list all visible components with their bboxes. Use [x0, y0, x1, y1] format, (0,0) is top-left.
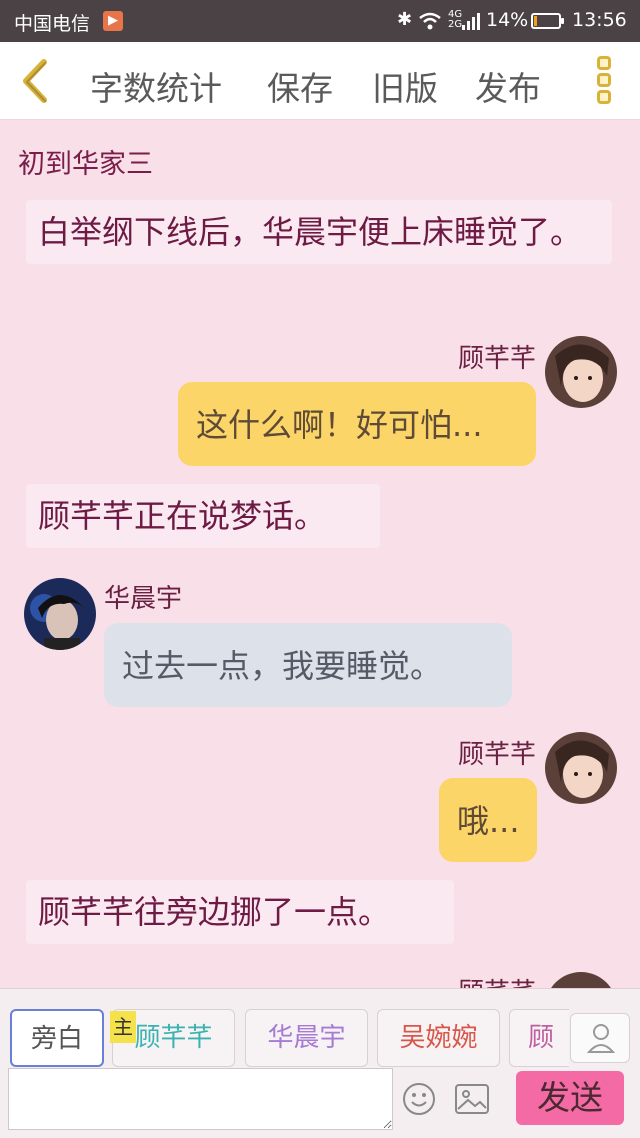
- bluetooth-icon: ✱: [397, 9, 413, 30]
- character-chip-narrator[interactable]: 旁白: [10, 1009, 104, 1067]
- chat-bubble[interactable]: 这什么啊！好可怕...: [178, 382, 536, 466]
- menu-dot-icon: [597, 73, 611, 87]
- speaker-name: 顾芊芊: [457, 344, 536, 374]
- more-menu-button[interactable]: [590, 56, 618, 108]
- speaker-name: 顾芊芊: [457, 740, 536, 770]
- narration-text: 顾芊芊正在说梦话。: [38, 497, 327, 535]
- narration-text: 白举纲下线后，华晨宇便上床睡觉了。: [38, 213, 583, 251]
- speaker-name: 华晨宇: [104, 584, 183, 614]
- clock: 13:56: [572, 9, 627, 31]
- menu-dot-icon: [597, 56, 611, 70]
- message-text: 哦...: [457, 802, 520, 840]
- save-button[interactable]: 保存: [267, 62, 333, 110]
- message-text: 这什么啊！好可怕...: [196, 406, 483, 444]
- speaker-name: 顾芊芊: [400, 972, 536, 988]
- carrier-name: 中国电信: [14, 13, 91, 35]
- narration-message[interactable]: 白举纲下线后，华晨宇便上床睡觉了。: [26, 200, 612, 264]
- avatar[interactable]: [545, 336, 617, 408]
- character-chip[interactable]: 顾曦: [509, 1009, 569, 1067]
- send-button[interactable]: 发送: [516, 1071, 624, 1125]
- main-character-tag: 主: [110, 1011, 136, 1043]
- chat-bubble[interactable]: 哦...: [439, 778, 537, 862]
- narration-message[interactable]: 顾芊芊正在说梦话。: [26, 484, 380, 548]
- status-bar: 中国电信 ▶ ✱ 4G 2G 14% 13:56: [0, 0, 640, 42]
- character-chip[interactable]: 吴婉婉: [377, 1009, 500, 1067]
- narration-text: 顾芊芊往旁边挪了一点。: [38, 893, 391, 931]
- avatar[interactable]: [545, 972, 617, 988]
- media-icon: ▶: [103, 11, 123, 31]
- user-icon: [586, 1024, 616, 1053]
- back-button[interactable]: [14, 56, 54, 106]
- word-count-button[interactable]: 字数统计: [90, 62, 222, 110]
- narration-message[interactable]: 顾芊芊往旁边挪了一点。: [26, 880, 454, 944]
- menu-dot-icon: [597, 90, 611, 104]
- composer-panel: 旁白 顾芊芊 主 华晨宇 吴婉婉 顾曦 发送: [0, 988, 640, 1138]
- battery-percent: 14%: [486, 9, 529, 31]
- old-version-button[interactable]: 旧版: [372, 62, 438, 110]
- chip-label: 吴婉婉: [399, 1023, 478, 1053]
- message-input[interactable]: [8, 1068, 393, 1130]
- image-icon[interactable]: [455, 1084, 489, 1114]
- chip-label: 旁白: [30, 1024, 83, 1054]
- editor-toolbar: 字数统计 保存 旧版 发布: [0, 42, 640, 120]
- character-chip[interactable]: 华晨宇: [245, 1009, 368, 1067]
- message-text: 过去一点，我要睡觉。: [122, 647, 443, 685]
- network-type-icon: 4G 2G: [448, 9, 463, 30]
- battery-icon: [531, 13, 564, 29]
- character-manage-button[interactable]: [570, 1013, 630, 1063]
- wifi-icon: [419, 12, 441, 30]
- avatar[interactable]: [545, 732, 617, 804]
- chapter-title: 初到华家三: [18, 149, 153, 180]
- emoji-icon[interactable]: [402, 1082, 436, 1116]
- signal-icon: [462, 13, 480, 30]
- chat-area[interactable]: 初到华家三 白举纲下线后，华晨宇便上床睡觉了。 顾芊芊 这什么啊！好可怕... …: [0, 120, 640, 988]
- chip-label: 顾曦: [528, 1023, 555, 1053]
- avatar[interactable]: [24, 578, 96, 650]
- chip-label: 华晨宇: [267, 1023, 346, 1053]
- chip-label: 顾芊芊: [134, 1023, 213, 1053]
- chat-bubble[interactable]: 过去一点，我要睡觉。: [104, 623, 512, 707]
- publish-button[interactable]: 发布: [475, 62, 541, 110]
- battery-fill: [534, 16, 538, 26]
